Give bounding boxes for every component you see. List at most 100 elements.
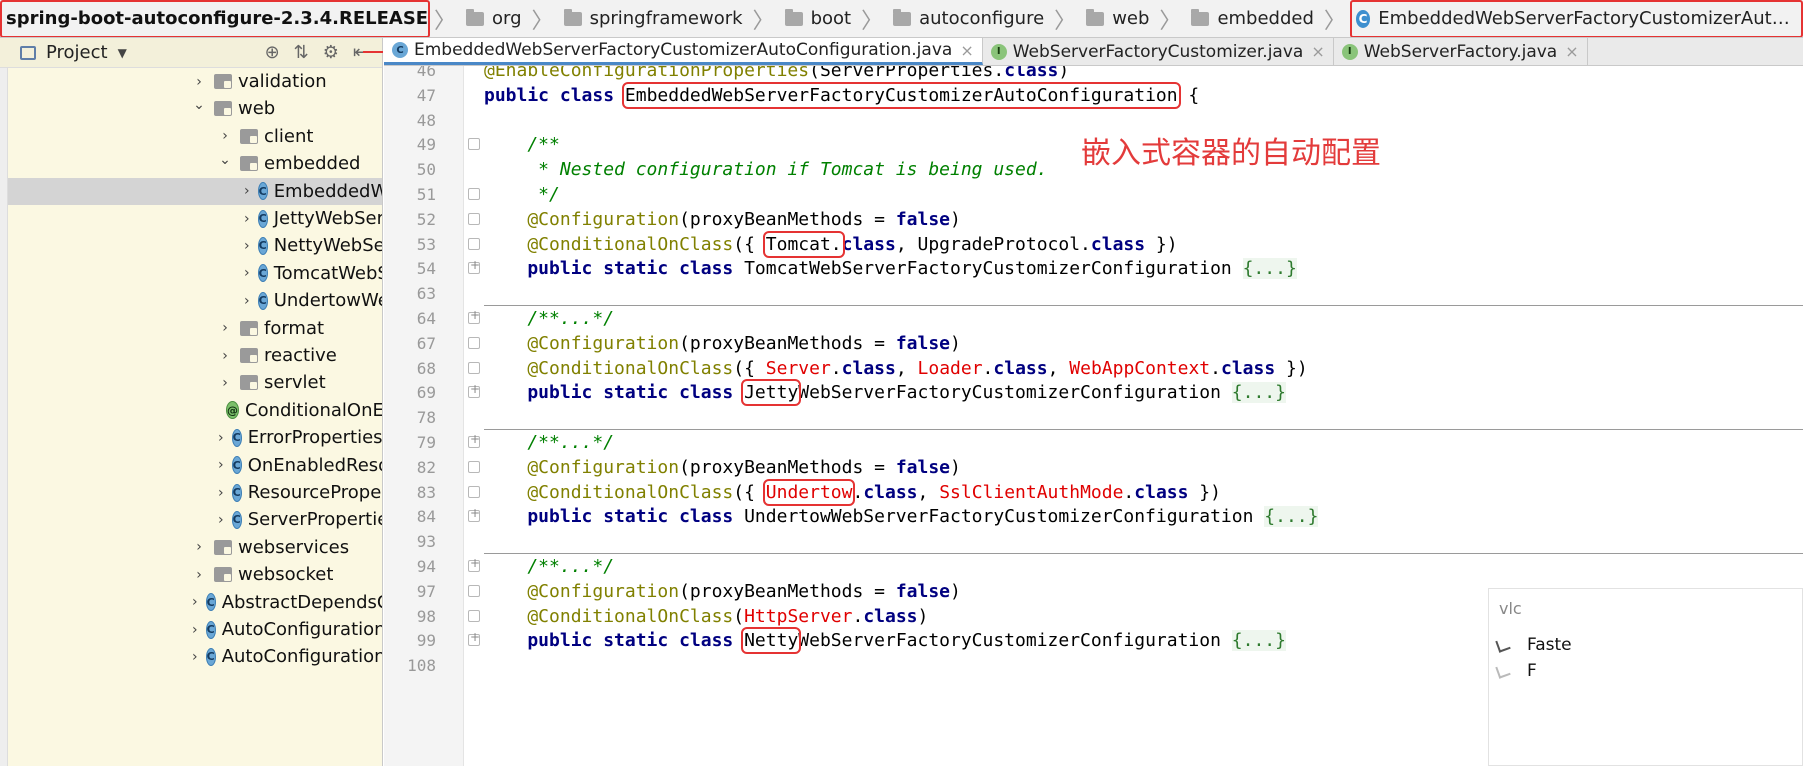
- code-token: {...}: [1231, 382, 1286, 404]
- chevron-right-icon[interactable]: ›: [218, 512, 224, 528]
- chevron-right-icon[interactable]: ›: [244, 293, 250, 309]
- class-icon: C: [231, 428, 242, 447]
- tree-item-package[interactable]: › format: [8, 315, 382, 342]
- code-token: .: [1123, 481, 1135, 503]
- chevron-down-icon[interactable]: ▼: [118, 46, 127, 60]
- vlc-menu-item[interactable]: F: [1495, 661, 1537, 681]
- chevron-right-icon[interactable]: ›: [218, 375, 232, 391]
- code-token: class: [863, 481, 918, 503]
- chevron-right-icon: 〉: [1159, 8, 1182, 34]
- breadcrumb-item[interactable]: boot: [779, 0, 858, 37]
- tree-item-class[interactable]: › C TomcatWebServerFactoryCustomizer: [8, 260, 382, 287]
- chevron-right-icon[interactable]: ›: [192, 649, 198, 665]
- tree-item-package[interactable]: › validation: [8, 68, 382, 95]
- close-icon[interactable]: ×: [1311, 42, 1324, 61]
- code-token: public static class: [484, 506, 745, 528]
- class-icon: C: [1355, 9, 1371, 28]
- breadcrumb-item[interactable]: org: [460, 0, 528, 37]
- chevron-right-icon: 〉: [1054, 8, 1077, 34]
- breadcrumb-item[interactable]: web: [1080, 0, 1155, 37]
- vlc-menu-item-label: Faste: [1527, 635, 1572, 655]
- chevron-right-icon[interactable]: ›: [244, 183, 250, 199]
- editor-tab[interactable]: I WebServerFactoryCustomizer.java ×: [983, 38, 1334, 65]
- breadcrumb-current[interactable]: C EmbeddedWebServerFactoryCustomizerAutoC…: [1349, 0, 1803, 37]
- class-icon: C: [257, 291, 268, 310]
- gear-icon[interactable]: ⚙: [323, 42, 339, 63]
- code-token: */: [484, 184, 560, 205]
- breadcrumb-item[interactable]: embedded: [1185, 0, 1319, 37]
- class-icon: C: [257, 264, 268, 283]
- tree-item-class[interactable]: › C ServerProperties: [8, 506, 382, 533]
- chevron-right-icon: 〉: [434, 8, 457, 34]
- chevron-right-icon[interactable]: ›: [218, 430, 224, 446]
- tree-item-class[interactable]: › C AbstractDependsOnBeanFactoryPostProces…: [8, 589, 382, 616]
- folder-icon: [466, 8, 485, 26]
- line-number: 93: [416, 532, 436, 552]
- chevron-down-icon[interactable]: ⌄: [192, 97, 206, 113]
- close-icon[interactable]: ×: [1565, 42, 1578, 61]
- locate-icon[interactable]: ⊕: [265, 42, 280, 63]
- code-line: /**...*/: [484, 554, 1803, 579]
- tree-item-class[interactable]: › C EmbeddedWebServerFactoryCustomizerAuto…: [8, 177, 382, 205]
- close-icon[interactable]: ×: [960, 41, 973, 60]
- tree-item-label: web: [238, 98, 276, 120]
- tree-item-label: ConditionalOnEnabledResourceChain: [245, 399, 382, 421]
- breadcrumb-item[interactable]: springframework: [558, 0, 749, 37]
- code-token: ): [950, 332, 961, 354]
- chevron-right-icon[interactable]: ›: [244, 238, 250, 254]
- tree-item-package[interactable]: › webservices: [8, 534, 382, 561]
- tree-item-package[interactable]: › servlet: [8, 369, 382, 396]
- code-line: public static class TomcatWebServerFacto…: [484, 256, 1803, 281]
- tree-item-class[interactable]: › C AutoConfigurationExcludeFilter: [8, 616, 382, 643]
- tree-item-class[interactable]: › C AutoConfigurationImportEvent: [8, 643, 382, 670]
- chevron-right-icon[interactable]: ›: [218, 348, 232, 364]
- chevron-down-icon[interactable]: ⌄: [218, 152, 232, 168]
- vlc-menu-item[interactable]: Faste: [1495, 635, 1572, 655]
- tree-item-class[interactable]: › C UndertowWebServerFactoryCustomizer: [8, 287, 382, 314]
- tree-item-class[interactable]: › C NettyWebServerFactoryCustomizer: [8, 232, 382, 259]
- tree-item-package[interactable]: ⌄ embedded: [8, 150, 382, 177]
- code-token: .: [852, 481, 864, 503]
- tree-item-package[interactable]: › websocket: [8, 561, 382, 588]
- tree-item-package[interactable]: › reactive: [8, 342, 382, 369]
- chevron-right-icon[interactable]: ›: [192, 622, 198, 638]
- tree-item-annotation[interactable]: @ ConditionalOnEnabledResourceChain: [8, 397, 382, 424]
- tree-item-class[interactable]: › C JettyWebServerFactoryCustomizer: [8, 205, 382, 232]
- line-number: 97: [416, 581, 436, 601]
- code-token: ): [950, 580, 961, 602]
- tree-item-class[interactable]: › C OnEnabledResourceChainCondition: [8, 452, 382, 479]
- tree-item-class[interactable]: › C ErrorProperties: [8, 424, 382, 451]
- breadcrumb-item[interactable]: autoconfigure: [887, 0, 1050, 37]
- line-number: 47: [416, 85, 436, 105]
- breadcrumb: spring-boot-autoconfigure-2.3.4.RELEASE-…: [0, 0, 1803, 38]
- collapse-all-icon[interactable]: ⇅: [294, 42, 309, 63]
- code-token: (proxyBeanMethods =: [679, 580, 896, 602]
- editor-tab[interactable]: C EmbeddedWebServerFactoryCustomizerAutoC…: [384, 38, 983, 65]
- project-icon: [20, 45, 36, 60]
- chevron-right-icon[interactable]: ›: [192, 74, 206, 90]
- chevron-right-icon[interactable]: ›: [192, 539, 206, 555]
- code-token: }): [1188, 481, 1221, 503]
- chevron-right-icon[interactable]: ›: [192, 567, 206, 583]
- line-number: 83: [416, 482, 436, 502]
- chevron-right-icon[interactable]: ›: [192, 594, 198, 610]
- chevron-right-icon[interactable]: ›: [244, 211, 250, 227]
- tree-item-label: reactive: [264, 345, 337, 366]
- editor-tab[interactable]: I WebServerFactory.java ×: [1334, 38, 1588, 65]
- code-token: class: [1134, 481, 1189, 503]
- tree-item-class[interactable]: › C ResourceProperties: [8, 479, 382, 506]
- tree-item-package[interactable]: ⌄ web: [8, 95, 382, 122]
- chevron-right-icon[interactable]: ›: [218, 320, 232, 336]
- breadcrumb-item-label: web: [1112, 8, 1150, 29]
- line-number: 50: [416, 160, 436, 180]
- line-number: 63: [416, 284, 436, 304]
- project-panel-title[interactable]: Project: [46, 42, 108, 63]
- tree-item-package[interactable]: › client: [8, 123, 382, 150]
- chevron-right-icon[interactable]: ›: [218, 485, 224, 501]
- chevron-right-icon[interactable]: ›: [218, 457, 224, 473]
- chevron-right-icon[interactable]: ›: [218, 128, 232, 144]
- breadcrumb-root[interactable]: spring-boot-autoconfigure-2.3.4.RELEASE-…: [0, 0, 430, 37]
- code-token: ): [1058, 66, 1070, 81]
- chevron-right-icon[interactable]: ›: [244, 265, 250, 281]
- code-token: WebAppContext: [1069, 357, 1211, 379]
